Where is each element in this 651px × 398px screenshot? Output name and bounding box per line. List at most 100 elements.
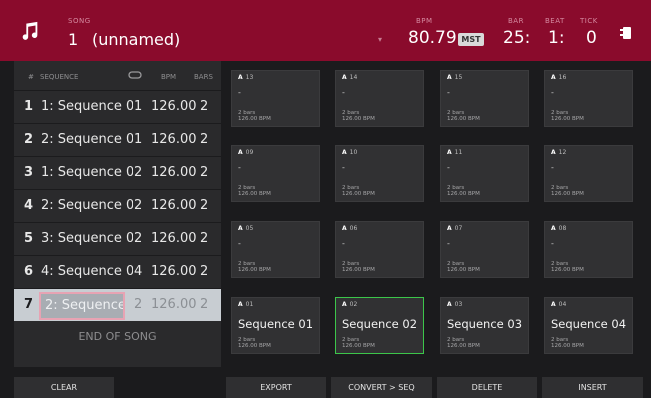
step-loops[interactable]: 2 (134, 165, 142, 180)
sequence-pad[interactable]: A 01 Sequence 01 2 bars 126.00 BPM (231, 297, 320, 354)
sequence-pad[interactable]: A 04 Sequence 04 2 bars 126.00 BPM (544, 297, 633, 354)
step-bars: 2 (200, 132, 209, 147)
step-loops[interactable]: 2 (134, 297, 142, 312)
pad-label: A 06 (342, 225, 358, 232)
sequence-pad-selected[interactable]: A 02 Sequence 02 2 bars 126.00 BPM (335, 297, 424, 354)
song-step-row[interactable]: 3 1: Sequence 01 2 126.00 2 (14, 156, 221, 189)
step-loops[interactable]: 2 (134, 231, 142, 246)
pad-label: A 01 (238, 301, 254, 308)
col-header-bars: BARS (194, 73, 213, 81)
tick-value[interactable]: 0 (586, 28, 597, 48)
pad-info: 2 bars 126.00 BPM (551, 185, 584, 197)
song-number[interactable]: 1 (68, 30, 78, 49)
pad-label: A 13 (238, 74, 254, 81)
sequence-pad[interactable]: A 07 - 2 bars 126.00 BPM (440, 221, 529, 278)
sequence-pad[interactable]: A 11 - 2 bars 126.00 BPM (440, 145, 529, 202)
song-step-row[interactable]: 5 3: Sequence 03 2 126.00 2 (14, 222, 221, 255)
pad-sequence-name: Sequence 01 (238, 317, 314, 331)
pad-info: 2 bars 126.00 BPM (447, 185, 480, 197)
step-bars: 2 (200, 99, 209, 114)
bar-label: BAR (508, 17, 524, 25)
sequence-pad[interactable]: A 03 Sequence 03 2 bars 126.00 BPM (440, 297, 529, 354)
beat-value[interactable]: 1: (548, 28, 565, 48)
sequence-pad[interactable]: A 10 - 2 bars 126.00 BPM (335, 145, 424, 202)
loop-icon (128, 70, 142, 82)
clear-button[interactable]: CLEAR (14, 377, 114, 398)
step-sequence[interactable]: 3: Sequence 03 (41, 231, 133, 246)
end-of-song-label: END OF SONG (78, 330, 157, 343)
step-sequence[interactable]: 1: Sequence 01 (41, 99, 133, 114)
master-tempo-badge[interactable]: MST (458, 33, 484, 46)
step-sequence-field[interactable]: 2: Sequence 02 (39, 292, 125, 320)
pad-info: 2 bars 126.00 BPM (238, 337, 271, 349)
sequence-pad[interactable]: A 05 - 2 bars 126.00 BPM (231, 221, 320, 278)
step-loops[interactable]: 1 (134, 132, 142, 147)
bar-value[interactable]: 25: (503, 28, 530, 48)
export-button[interactable]: EXPORT (226, 377, 326, 398)
step-bars: 2 (200, 165, 209, 180)
step-sequence[interactable]: 2: Sequence 02 (41, 132, 133, 147)
step-loops[interactable]: 1 (134, 99, 142, 114)
pad-info: 2 bars 126.00 BPM (447, 337, 480, 349)
bpm-value[interactable]: 80.79 (408, 28, 457, 48)
bpm-label: BPM (416, 17, 433, 25)
sequence-pad[interactable]: A 13 - 2 bars 126.00 BPM (231, 70, 320, 127)
delete-button[interactable]: DELETE (437, 377, 537, 398)
dropdown-icon[interactable]: ▾ (378, 35, 382, 44)
sequence-pad[interactable]: A 09 - 2 bars 126.00 BPM (231, 145, 320, 202)
song-mode-button[interactable] (0, 0, 60, 61)
step-bpm: 126.00 (151, 132, 197, 147)
sequence-pad[interactable]: A 16 - 2 bars 126.00 BPM (544, 70, 633, 127)
step-bars: 2 (200, 231, 209, 246)
sequence-pad[interactable]: A 06 - 2 bars 126.00 BPM (335, 221, 424, 278)
insert-button[interactable]: INSERT (542, 377, 643, 398)
sequence-pad[interactable]: A 08 - 2 bars 126.00 BPM (544, 221, 633, 278)
song-step-row[interactable]: 1 1: Sequence 01 1 126.00 2 (14, 90, 221, 123)
step-bars: 2 (200, 264, 209, 279)
sequence-pad[interactable]: A 12 - 2 bars 126.00 BPM (544, 145, 633, 202)
step-bars: 2 (200, 198, 209, 213)
song-step-row[interactable]: 4 2: Sequence 02 2 126.00 2 (14, 189, 221, 222)
pad-sequence-name: - (551, 163, 554, 172)
step-sequence[interactable]: 2: Sequence 02 (41, 198, 133, 213)
pad-sequence-name: - (551, 88, 554, 97)
pad-info: 2 bars 126.00 BPM (342, 261, 375, 273)
step-bpm: 126.00 (151, 165, 197, 180)
pad-info: 2 bars 126.00 BPM (447, 110, 480, 122)
step-number: 1 (24, 99, 34, 114)
sequence-pad[interactable]: A 14 - 2 bars 126.00 BPM (335, 70, 424, 127)
pad-label: A 16 (551, 74, 567, 81)
sequence-pad[interactable]: A 15 - 2 bars 126.00 BPM (440, 70, 529, 127)
pad-sequence-name: Sequence 02 (342, 317, 418, 331)
step-sequence[interactable]: 4: Sequence 04 (41, 264, 133, 279)
song-step-row-selected[interactable]: 7 2: Sequence 02 2 126.00 2 (14, 288, 221, 321)
pad-info: 2 bars 126.00 BPM (551, 337, 584, 349)
pad-label: A 03 (447, 301, 463, 308)
step-number: 4 (24, 198, 34, 213)
pad-info: 2 bars 126.00 BPM (238, 110, 271, 122)
step-bpm: 126.00 (151, 231, 197, 246)
music-note-icon (22, 21, 38, 40)
song-step-row[interactable]: 6 4: Sequence 04 4 126.00 2 (14, 255, 221, 288)
pad-sequence-name: - (447, 239, 450, 248)
pad-sequence-name: - (447, 163, 450, 172)
beat-label: BEAT (545, 17, 565, 25)
song-name[interactable]: (unnamed) (92, 30, 180, 49)
step-bars: 2 (200, 297, 209, 312)
pad-info: 2 bars 126.00 BPM (447, 261, 480, 273)
pad-sequence-name: - (551, 239, 554, 248)
pad-label: A 12 (551, 149, 567, 156)
pad-sequence-name: - (238, 239, 241, 248)
pad-sequence-name: - (342, 88, 345, 97)
pad-label: A 02 (342, 301, 358, 308)
pad-sequence-name: - (238, 163, 241, 172)
step-sequence[interactable]: 1: Sequence 01 (41, 165, 133, 180)
step-number: 3 (24, 165, 34, 180)
top-bar: SONG 1 (unnamed) ▾ BPM 80.79 MST BAR 25:… (0, 0, 651, 61)
convert-to-seq-button[interactable]: CONVERT > SEQ (331, 377, 432, 398)
tick-label: TICK (580, 17, 598, 25)
step-loops[interactable]: 4 (134, 264, 142, 279)
step-number: 6 (24, 264, 34, 279)
song-step-row[interactable]: 2 2: Sequence 02 1 126.00 2 (14, 123, 221, 156)
step-loops[interactable]: 2 (134, 198, 142, 213)
